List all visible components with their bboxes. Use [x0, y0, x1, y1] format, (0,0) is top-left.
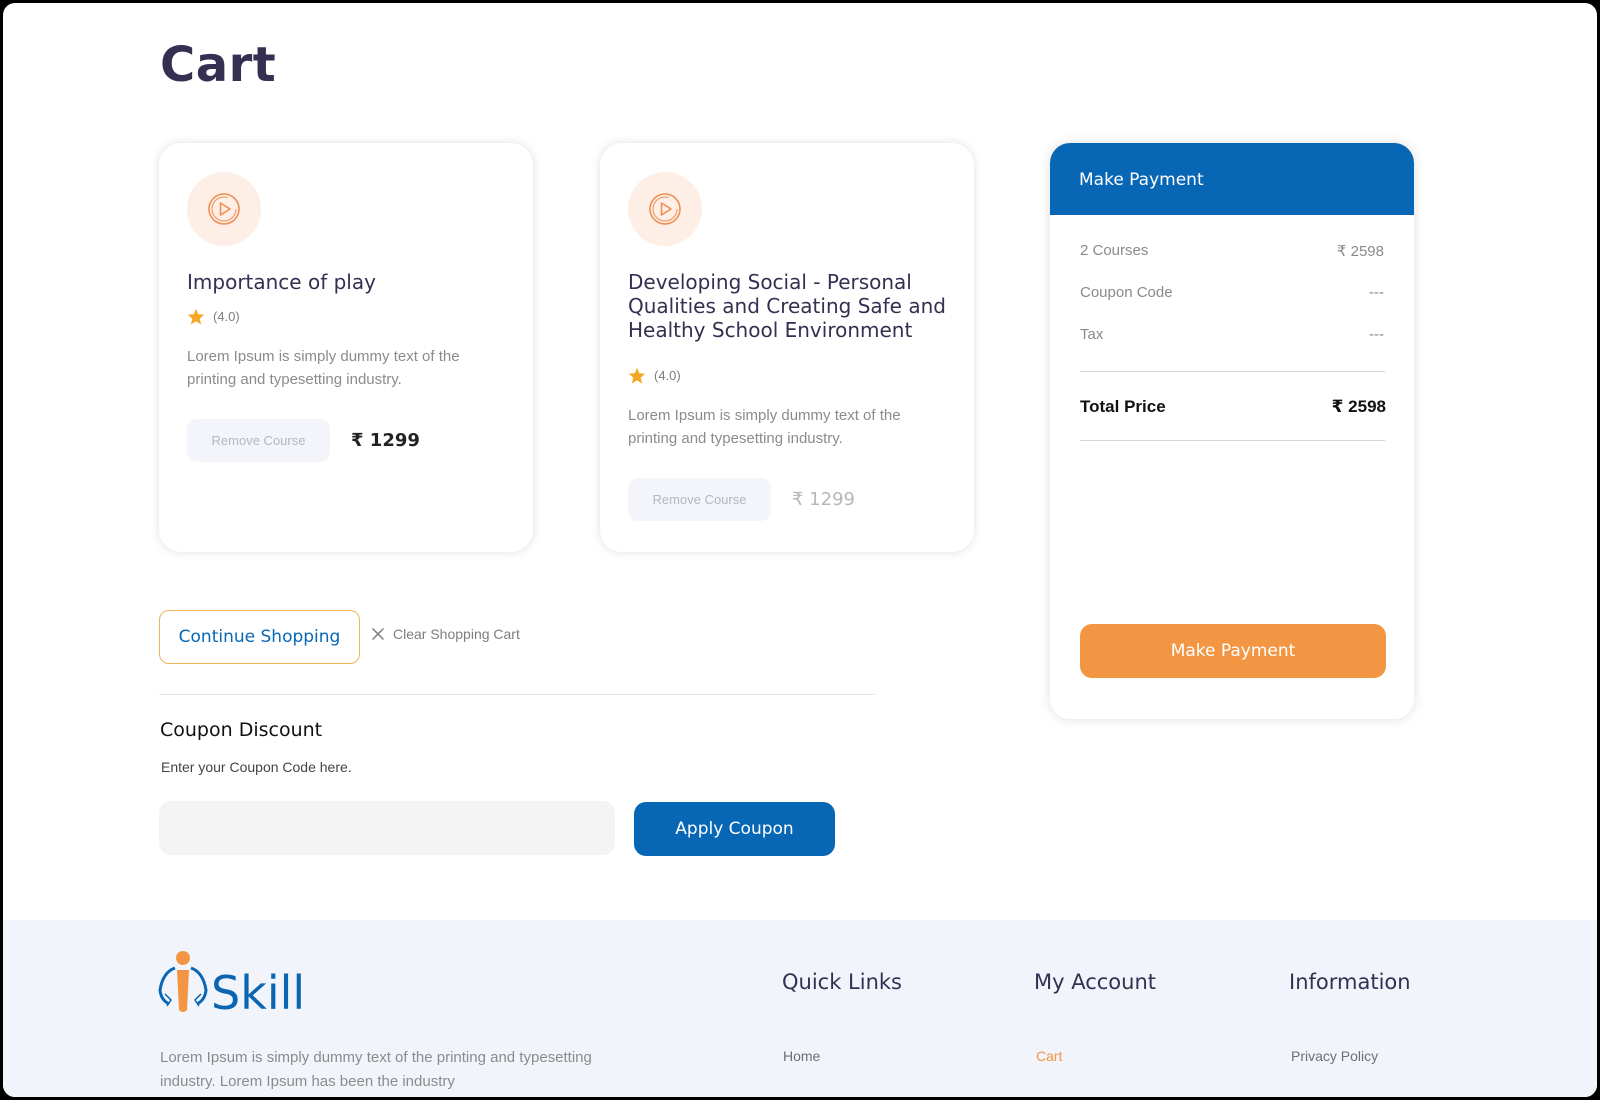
courses-value: ₹ 2598	[1336, 243, 1384, 260]
footer-link-privacy-policy[interactable]: Privacy Policy	[1291, 1048, 1378, 1064]
course-description: Lorem Ipsum is simply dummy text of the …	[628, 407, 901, 447]
close-icon	[371, 627, 385, 641]
summary-divider	[1080, 371, 1385, 372]
remove-course-button[interactable]: Remove Course	[628, 478, 771, 521]
section-divider	[159, 694, 875, 695]
tax-value: ---	[1369, 326, 1384, 343]
cart-page: Cart Importance of play (4.0) Lorem Ipsu…	[3, 3, 1597, 1097]
logo-icon	[158, 951, 208, 1012]
remove-course-button[interactable]: Remove Course	[187, 419, 330, 462]
course-description: Lorem Ipsum is simply dummy text of the …	[187, 348, 460, 388]
information-heading: Information	[1289, 970, 1411, 994]
course-card: Developing Social - Personal Qualities a…	[600, 143, 974, 552]
tax-label: Tax	[1080, 326, 1104, 343]
coupon-title: Coupon Discount	[160, 719, 323, 741]
apply-coupon-button[interactable]: Apply Coupon	[634, 802, 835, 856]
total-price-row: Total Price ₹ 2598	[1080, 397, 1386, 417]
course-title[interactable]: Developing Social - Personal Qualities a…	[628, 270, 968, 342]
quick-links-heading: Quick Links	[782, 970, 903, 994]
footer: Skill Lorem Ipsum is simply dummy text o…	[3, 920, 1597, 1097]
coupon-input[interactable]	[159, 801, 615, 855]
total-price-value: ₹ 2598	[1331, 397, 1386, 416]
make-payment-button[interactable]: Make Payment	[1080, 624, 1386, 678]
course-title[interactable]: Importance of play	[187, 270, 527, 294]
footer-description: Lorem Ipsum is simply dummy text of the …	[160, 1049, 592, 1090]
courses-label: 2 Courses	[1080, 242, 1149, 259]
page-title: Cart	[160, 37, 277, 93]
my-account-heading: My Account	[1034, 970, 1157, 994]
course-price: ₹ 1299	[792, 489, 855, 510]
clear-shopping-cart-link[interactable]: Clear Shopping Cart	[371, 626, 520, 642]
rating-value: (4.0)	[654, 368, 681, 383]
clear-shopping-cart-label: Clear Shopping Cart	[393, 626, 520, 642]
logo-text: Skill	[211, 966, 306, 1020]
rating-value: (4.0)	[213, 309, 240, 324]
courses-row: 2 Courses ₹ 2598	[1080, 242, 1384, 260]
play-circle-icon	[628, 172, 702, 246]
play-circle-icon	[187, 172, 261, 246]
continue-shopping-button[interactable]: Continue Shopping	[159, 610, 360, 664]
coupon-code-label: Coupon Code	[1080, 284, 1173, 301]
summary-divider	[1080, 440, 1385, 441]
coupon-code-value: ---	[1369, 284, 1384, 301]
course-rating: (4.0)	[628, 367, 681, 384]
course-rating: (4.0)	[187, 308, 240, 325]
coupon-code-row: Coupon Code ---	[1080, 284, 1384, 301]
footer-link-cart[interactable]: Cart	[1036, 1048, 1062, 1064]
coupon-subtitle: Enter your Coupon Code here.	[161, 759, 352, 775]
site-logo[interactable]: Skill	[157, 950, 305, 1016]
payment-summary: Make Payment 2 Courses ₹ 2598 Coupon Cod…	[1050, 143, 1414, 719]
course-card: Importance of play (4.0) Lorem Ipsum is …	[159, 143, 533, 552]
payment-header: Make Payment	[1050, 143, 1414, 215]
tax-row: Tax ---	[1080, 326, 1384, 343]
footer-link-home[interactable]: Home	[783, 1048, 820, 1064]
total-price-label: Total Price	[1080, 397, 1166, 416]
star-icon	[628, 367, 646, 384]
course-price: ₹ 1299	[351, 430, 420, 451]
star-icon	[187, 308, 205, 325]
